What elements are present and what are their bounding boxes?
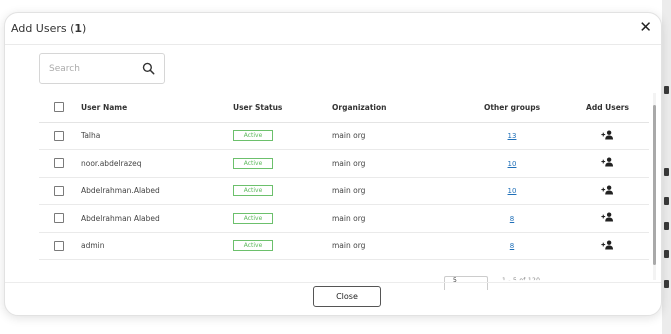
row-checkbox[interactable] — [54, 185, 64, 196]
organization: main org — [332, 204, 458, 233]
other-groups-cell: 8 — [458, 204, 566, 233]
column-header-organization: Organization — [332, 93, 458, 123]
row-checkbox[interactable] — [54, 158, 64, 169]
row-checkbox[interactable] — [54, 213, 64, 224]
other-groups-cell: 8 — [458, 232, 566, 260]
other-groups-link[interactable]: 10 — [508, 160, 517, 168]
table-scrollbar-thumb[interactable] — [653, 105, 656, 265]
other-groups-cell: 10 — [458, 177, 566, 205]
column-header-user-name: User Name — [81, 93, 233, 123]
table-row: Talha Active main org 13 — [39, 122, 649, 150]
add-user-cell — [566, 149, 649, 178]
row-select-cell — [39, 204, 81, 233]
user-name: Abdelrahman Alabed — [81, 204, 233, 233]
search-box — [39, 53, 165, 84]
other-groups-link[interactable]: 10 — [508, 187, 517, 195]
user-name: Abdelrahman.Alabed — [81, 177, 233, 205]
header-select-all-cell — [39, 93, 81, 123]
table-row: Abdelrahman Alabed Active main org 8 — [39, 204, 649, 233]
other-groups-link[interactable]: 8 — [510, 242, 514, 250]
table-row: admin Active main org 8 — [39, 232, 649, 260]
close-icon[interactable]: ✕ — [639, 18, 652, 36]
status-cell: Active — [233, 177, 332, 205]
row-select-cell — [39, 122, 81, 150]
table-row: noor.abdelrazeq Active main org 10 — [39, 149, 649, 178]
column-header-user-status: User Status — [233, 93, 332, 123]
page-size-select[interactable]: 5 — [444, 276, 488, 290]
modal-title-suffix: ) — [82, 22, 87, 35]
other-groups-link[interactable]: 13 — [508, 132, 517, 140]
add-user-icon[interactable] — [601, 157, 614, 167]
status-badge: Active — [233, 212, 273, 224]
footer-divider — [5, 282, 661, 283]
add-user-cell — [566, 122, 649, 150]
add-user-cell — [566, 177, 649, 205]
user-name: admin — [81, 232, 233, 260]
other-groups-cell: 13 — [458, 122, 566, 150]
table-row: Abdelrahman.Alabed Active main org 10 — [39, 177, 649, 205]
row-select-cell — [39, 232, 81, 260]
search-icon[interactable] — [142, 62, 155, 75]
status-badge: Active — [233, 130, 273, 142]
users-table: User Name User Status Organization Other… — [39, 93, 649, 260]
add-user-icon[interactable] — [601, 240, 614, 250]
users-table-container: User Name User Status Organization Other… — [39, 93, 649, 280]
organization: main org — [332, 177, 458, 205]
row-select-cell — [39, 177, 81, 205]
modal-title-text: Add Users ( — [11, 22, 75, 35]
add-users-modal: Add Users (1) ✕ User Name User Status Or… — [4, 12, 662, 316]
close-button[interactable]: Close — [313, 286, 381, 307]
column-header-other-groups: Other groups — [458, 93, 566, 123]
select-all-checkbox[interactable] — [54, 102, 64, 113]
user-name: Talha — [81, 122, 233, 150]
status-badge: Active — [233, 240, 273, 252]
column-header-add-users: Add Users — [566, 93, 649, 123]
background-mark — [664, 250, 669, 258]
background-mark — [664, 86, 669, 94]
user-name: noor.abdelrazeq — [81, 149, 233, 178]
modal-header: Add Users (1) ✕ — [5, 13, 661, 45]
organization: main org — [332, 122, 458, 150]
status-cell: Active — [233, 232, 332, 260]
add-user-icon[interactable] — [601, 212, 614, 222]
organization: main org — [332, 149, 458, 178]
status-badge: Active — [233, 185, 273, 197]
status-cell: Active — [233, 122, 332, 150]
modal-title-count: 1 — [74, 22, 83, 35]
status-cell: Active — [233, 204, 332, 233]
add-user-cell — [566, 232, 649, 260]
row-select-cell — [39, 149, 81, 178]
add-user-icon[interactable] — [601, 185, 614, 195]
search-input[interactable] — [40, 54, 136, 83]
status-cell: Active — [233, 149, 332, 178]
status-badge: Active — [233, 157, 273, 169]
row-checkbox[interactable] — [54, 240, 64, 251]
table-header-row: User Name User Status Organization Other… — [39, 93, 649, 123]
other-groups-link[interactable]: 8 — [510, 215, 514, 223]
row-checkbox[interactable] — [54, 130, 64, 141]
add-user-icon[interactable] — [601, 130, 614, 140]
background-mark — [664, 197, 669, 205]
modal-title: Add Users (1) — [11, 22, 86, 35]
background-mark — [664, 222, 669, 230]
background-mark — [664, 280, 669, 288]
organization: main org — [332, 232, 458, 260]
background-mark — [664, 168, 669, 176]
add-user-cell — [566, 204, 649, 233]
other-groups-cell: 10 — [458, 149, 566, 178]
